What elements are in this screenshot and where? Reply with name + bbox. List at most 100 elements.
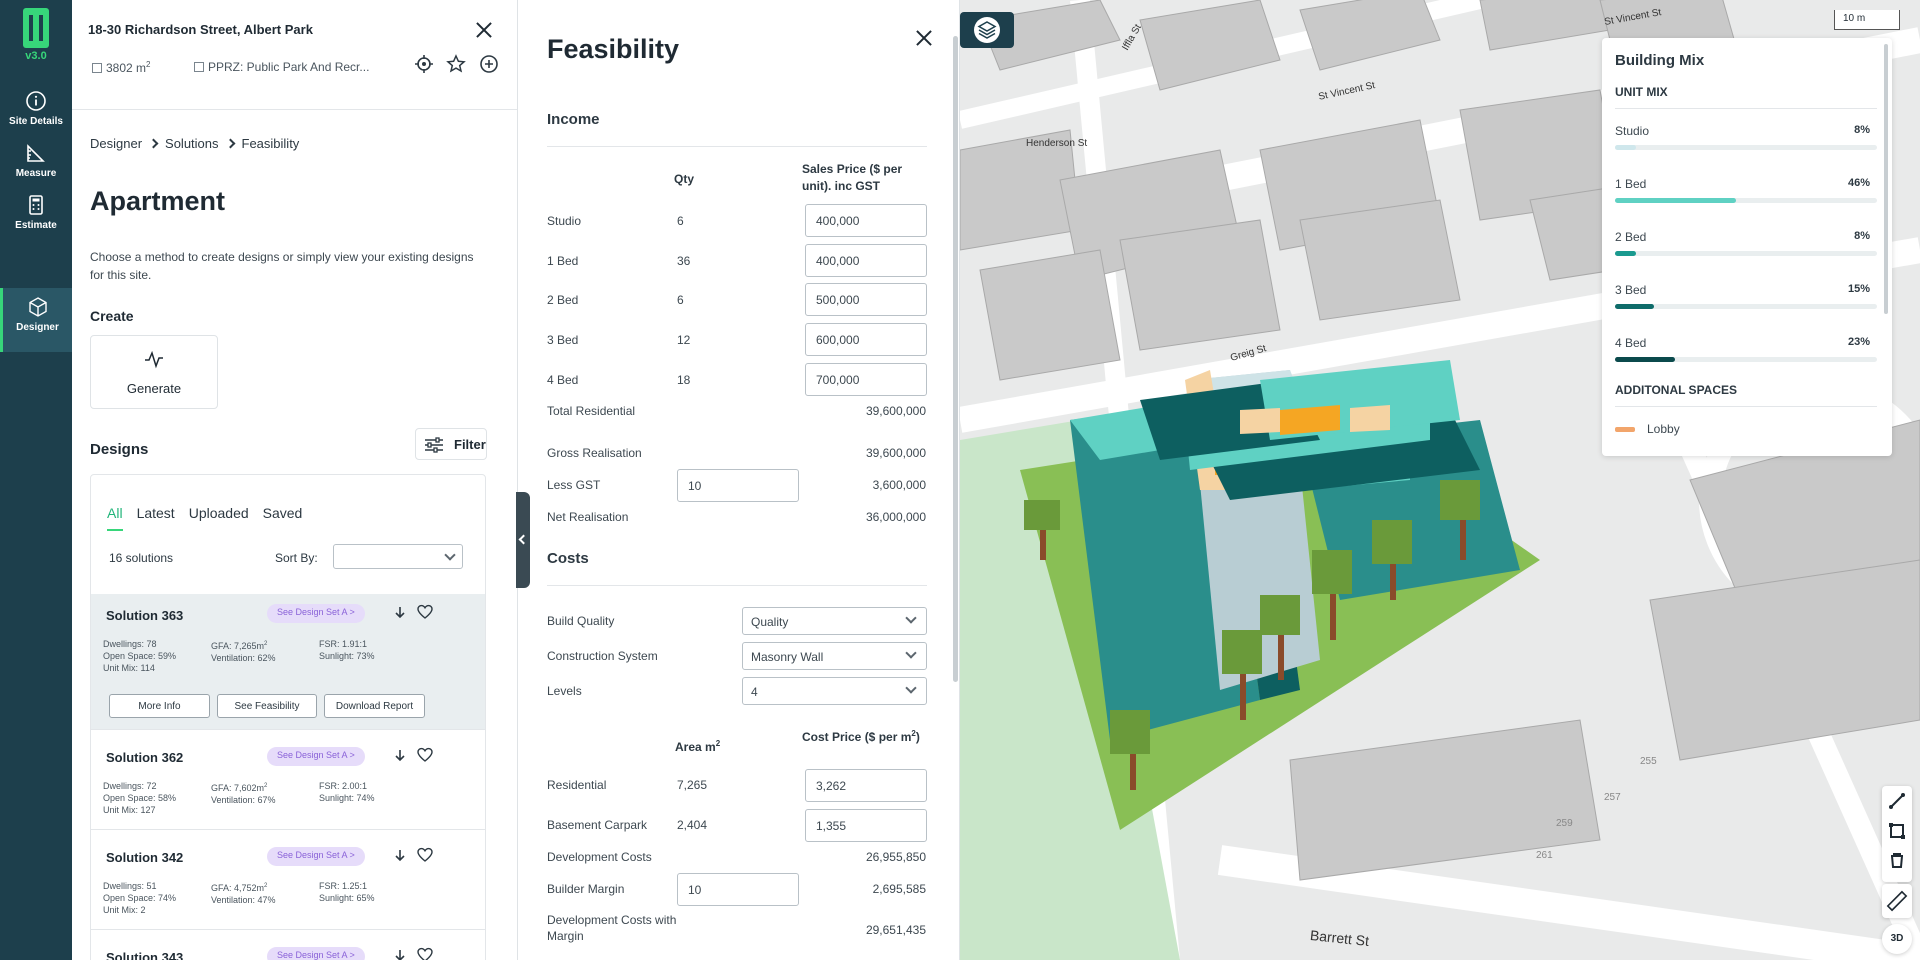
star-icon[interactable] (446, 54, 467, 74)
mix-fill (1615, 198, 1736, 203)
close-icon[interactable] (476, 22, 492, 38)
rail-item-site-details[interactable]: Site Details (0, 84, 72, 144)
mix-label: 4 Bed (1615, 336, 1647, 350)
toggle-3d-button[interactable]: 3D (1882, 924, 1912, 954)
heart-icon[interactable] (417, 604, 433, 620)
mix-label: 3 Bed (1615, 283, 1647, 297)
price-input[interactable]: 700,000 (805, 363, 927, 396)
download-icon[interactable] (393, 949, 407, 960)
chevron-down-icon (905, 612, 917, 624)
rail-item-designer[interactable]: Designer (0, 288, 72, 352)
download-report-button[interactable]: Download Report (324, 694, 425, 718)
levels-select[interactable]: 4 (742, 677, 927, 705)
left-rail: v3.0 Site Details Measure Estimate Desig… (0, 0, 72, 960)
more-info-button[interactable]: More Info (109, 694, 210, 718)
mix-label: 1 Bed (1615, 177, 1647, 191)
heart-icon[interactable] (417, 747, 433, 763)
breadcrumb-designer[interactable]: Designer (90, 136, 142, 151)
layers-button[interactable] (960, 12, 1014, 48)
layers-icon (974, 17, 1000, 43)
basement-label: Basement Carpark (547, 818, 648, 832)
total-residential-value: 39,600,000 (865, 404, 926, 418)
tab-uploaded[interactable]: Uploaded (189, 505, 249, 529)
residential-cost-input[interactable]: 3,262 (805, 769, 927, 802)
polygon-tool-icon[interactable] (1882, 816, 1912, 846)
mix-scrollbar[interactable] (1884, 44, 1888, 314)
download-icon[interactable] (393, 606, 407, 620)
price-input[interactable]: 600,000 (805, 323, 927, 356)
breadcrumb-solutions[interactable]: Solutions (165, 136, 218, 151)
divider (1615, 406, 1877, 407)
mix-label: Studio (1615, 124, 1650, 138)
zone-icon (194, 62, 204, 72)
solution-title: Solution 362 (106, 750, 184, 765)
mix-percent: 8% (1854, 230, 1870, 242)
tab-latest[interactable]: Latest (137, 505, 175, 529)
solution-card[interactable]: Solution 363 See Design Set A > Dwelling… (91, 594, 485, 730)
mix-percent: 46% (1847, 177, 1870, 189)
see-feasibility-button[interactable]: See Feasibility (217, 694, 317, 718)
design-set-pill[interactable]: See Design Set A > (267, 747, 365, 766)
street-label: Henderson St (1026, 138, 1088, 149)
breadcrumb: Designer Solutions Feasibility (90, 136, 305, 151)
builder-margin-value: 2,695,585 (872, 882, 926, 896)
filter-button[interactable]: Filter (415, 428, 487, 460)
price-input[interactable]: 400,000 (805, 204, 927, 237)
builder-margin-input[interactable]: 10 (677, 873, 799, 906)
build-quality-select[interactable]: Quality (742, 607, 927, 635)
map-tools (1882, 786, 1912, 882)
breadcrumb-feasibility[interactable]: Feasibility (242, 136, 300, 151)
chevron-right-icon (225, 138, 235, 149)
area-icon (92, 63, 102, 73)
solution-card[interactable]: Solution 362 See Design Set A > Dwelling… (91, 730, 485, 830)
design-set-pill[interactable]: See Design Set A > (267, 947, 365, 960)
sort-select[interactable] (333, 544, 463, 569)
tab-all[interactable]: All (107, 505, 123, 531)
rail-item-estimate[interactable]: Estimate (0, 188, 72, 248)
page-title: Apartment (90, 186, 226, 216)
construction-select[interactable]: Masonry Wall (742, 642, 927, 670)
ruler-button[interactable] (1882, 884, 1912, 918)
download-icon[interactable] (393, 849, 407, 863)
costs-heading: Costs (547, 550, 589, 567)
collapse-panel-button[interactable] (516, 492, 530, 588)
mix-fill (1615, 357, 1676, 362)
qty-header: Qty (674, 172, 695, 186)
solution-title: Solution 342 (106, 850, 184, 865)
tab-saved[interactable]: Saved (263, 505, 303, 529)
gst-input[interactable]: 10 (677, 469, 799, 502)
line-tool-icon[interactable] (1882, 786, 1912, 816)
price-input[interactable]: 400,000 (805, 244, 927, 277)
total-residential-label: Total Residential (547, 404, 636, 418)
feasibility-scrollbar[interactable] (953, 36, 958, 682)
chevron-down-icon (444, 549, 456, 561)
mix-bar (1615, 357, 1877, 362)
solution-card[interactable]: Solution 343 See Design Set A > (91, 930, 485, 960)
stat-col-3: FSR: 1.25:1 Sunlight: 65% (319, 881, 375, 903)
build-quality-label: Build Quality (547, 614, 615, 628)
rail-item-measure[interactable]: Measure (0, 136, 72, 196)
lot-number: 259 (1556, 818, 1573, 829)
chevron-down-icon (905, 682, 917, 694)
stat-col-1: Dwellings: 72 Open Space: 58% Unit Mix: 12… (103, 781, 177, 815)
heart-icon[interactable] (417, 947, 433, 960)
ruler-icon (27, 144, 45, 162)
lot-number: 257 (1604, 792, 1621, 803)
price-header: Sales Price ($ per unit). inc GST (802, 162, 903, 193)
intro-text: Choose a method to create designs or sim… (90, 250, 474, 282)
basement-cost-input[interactable]: 1,355 (805, 809, 927, 842)
locate-icon[interactable] (414, 54, 434, 74)
add-icon[interactable] (479, 54, 499, 74)
price-input[interactable]: 500,000 (805, 283, 927, 316)
design-set-pill[interactable]: See Design Set A > (267, 847, 365, 866)
solution-card[interactable]: Solution 342 See Design Set A > Dwelling… (91, 830, 485, 930)
design-set-pill[interactable]: See Design Set A > (267, 604, 365, 623)
trash-icon[interactable] (1882, 846, 1912, 876)
close-icon[interactable] (916, 30, 932, 46)
less-gst-label: Less GST (547, 478, 601, 492)
mix-percent: 15% (1847, 283, 1870, 295)
generate-button[interactable]: Generate (90, 335, 218, 409)
app-logo[interactable]: v3.0 (0, 8, 72, 62)
download-icon[interactable] (393, 749, 407, 763)
heart-icon[interactable] (417, 847, 433, 863)
